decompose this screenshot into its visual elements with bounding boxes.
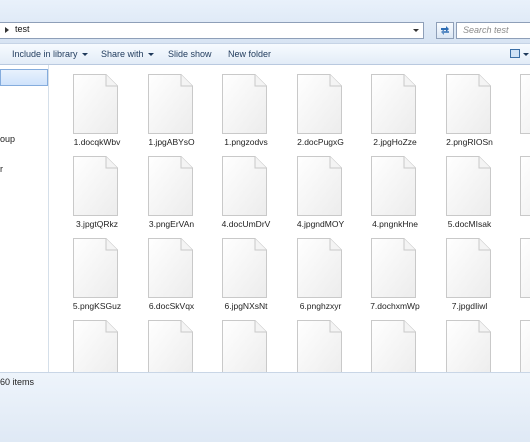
file-item[interactable]: 6.jpgNXsNt	[198, 229, 270, 311]
file-item[interactable]: 1.pngzodvs	[198, 65, 270, 147]
document-icon	[73, 74, 118, 134]
refresh-icon	[441, 26, 449, 35]
slide-show-button[interactable]: Slide show	[168, 49, 212, 59]
breadcrumb-arrow-icon[interactable]	[5, 27, 9, 33]
file-item[interactable]: 2.pngRIOSn	[422, 65, 494, 147]
document-icon	[371, 238, 416, 298]
new-folder-button[interactable]: New folder	[228, 49, 271, 59]
document-icon	[73, 238, 118, 298]
document-icon	[296, 156, 342, 216]
document-icon	[147, 320, 193, 372]
share-with-button[interactable]: Share with	[101, 49, 154, 59]
file-item[interactable]: 5.j	[496, 147, 530, 227]
document-icon	[222, 238, 267, 298]
document-icon	[222, 74, 267, 134]
view-icon	[510, 49, 520, 58]
file-item[interactable]: 9.pngwLavz	[422, 311, 494, 372]
document-icon	[445, 156, 491, 216]
document-icon	[520, 156, 530, 216]
document-icon	[73, 156, 118, 216]
address-row: test Search test	[0, 0, 530, 43]
status-bar: 60 items	[0, 372, 530, 442]
file-item[interactable]: 4.jpgndMOY	[273, 147, 345, 229]
search-placeholder: Search test	[463, 25, 509, 35]
file-item[interactable]: 6.pnghzxyr	[273, 229, 345, 311]
file-item[interactable]: 3.d	[496, 65, 530, 145]
file-item[interactable]: 5.pngKSGuz	[49, 229, 121, 311]
file-item[interactable]: 4.docUmDrV	[198, 147, 270, 229]
address-dropdown-icon[interactable]	[413, 29, 419, 32]
nav-item-homegroup[interactable]: oup	[0, 134, 15, 144]
chevron-down-icon	[147, 53, 154, 57]
share-with-label: Share with	[101, 49, 144, 59]
nav-selected-item[interactable]	[0, 69, 48, 86]
document-icon	[445, 74, 491, 134]
document-icon	[520, 238, 530, 298]
include-in-library-label: Include in library	[12, 49, 78, 59]
file-item[interactable]: 2.jpgHoZze	[347, 65, 419, 147]
file-item[interactable]: 7.p	[496, 229, 530, 309]
document-icon	[147, 238, 193, 298]
file-item[interactable]: 8.jpgmvMAI	[124, 311, 196, 372]
file-item[interactable]: 6.docSkVqx	[124, 229, 196, 311]
navigation-pane: oup r	[0, 65, 49, 372]
document-icon	[296, 74, 342, 134]
chevron-down-icon	[81, 53, 88, 57]
file-item[interactable]: 9.jpgMmdMW	[347, 311, 419, 372]
document-icon	[73, 320, 118, 372]
document-icon	[371, 320, 416, 372]
file-item[interactable]: 7.jpgdIiwl	[422, 229, 494, 311]
file-name: 3.d	[496, 137, 530, 147]
document-icon	[296, 320, 342, 372]
file-item[interactable]: 9.docngYPB	[273, 311, 345, 372]
document-icon	[445, 320, 491, 372]
document-icon	[520, 74, 530, 134]
file-item[interactable]: 10.d	[496, 311, 530, 372]
file-item[interactable]: 5.docMIsak	[422, 147, 494, 229]
breadcrumb-folder[interactable]: test	[15, 24, 30, 34]
file-item[interactable]: 8.pngUqamA	[198, 311, 270, 372]
file-name: 5.j	[496, 219, 530, 229]
document-icon	[371, 156, 416, 216]
file-item[interactable]: 7.dochxmWp	[347, 229, 420, 311]
file-item[interactable]: 1.jpgABYsO	[124, 65, 196, 147]
document-icon	[147, 156, 193, 216]
document-icon	[147, 74, 193, 134]
file-grid: 1.docqkWbv 1.jpgABYsO 1.pngzodvs 2.docPugxG…	[49, 65, 530, 372]
document-icon	[371, 74, 416, 134]
file-item[interactable]: 8.docyfGNv	[49, 311, 121, 372]
file-item[interactable]: 4.pngnkHne	[347, 147, 419, 229]
document-icon	[222, 156, 267, 216]
file-name: 7.p	[496, 301, 530, 311]
document-icon	[222, 320, 267, 372]
item-count: 60 items	[0, 377, 35, 387]
command-toolbar: Include in library Share with Slide show…	[0, 43, 530, 65]
file-item[interactable]: 3.pngErVAn	[124, 147, 196, 229]
search-input[interactable]: Search test	[456, 22, 530, 39]
change-view-button[interactable]	[508, 48, 530, 61]
nav-item-computer[interactable]: r	[0, 164, 3, 174]
document-icon	[296, 238, 342, 298]
document-icon	[445, 238, 491, 298]
file-item[interactable]: 1.docqkWbv	[49, 65, 121, 147]
refresh-button[interactable]	[436, 22, 454, 39]
file-item[interactable]: 3.jpgtQRkz	[49, 147, 121, 229]
document-icon	[520, 320, 530, 372]
include-in-library-button[interactable]: Include in library	[12, 49, 88, 59]
address-bar[interactable]: test	[0, 22, 424, 39]
file-item[interactable]: 2.docPugxG	[273, 65, 345, 147]
chevron-down-icon	[523, 53, 529, 56]
